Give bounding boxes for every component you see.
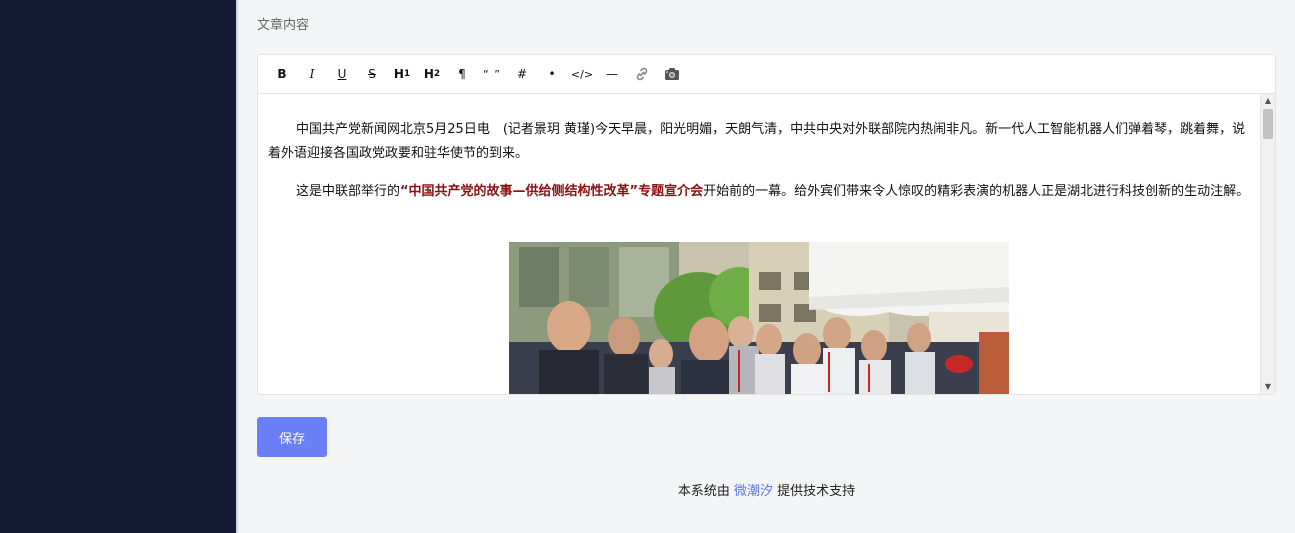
heading1-label: H	[393, 67, 404, 81]
heading2-button[interactable]: H2	[417, 61, 447, 87]
scroll-up-icon[interactable]: ▲	[1261, 94, 1275, 108]
sidebar	[0, 0, 236, 533]
footer: 本系统由 微潮汐 提供技术支持	[257, 480, 1276, 499]
italic-button[interactable]: I	[297, 61, 327, 87]
footer-text: 提供技术支持	[777, 484, 856, 499]
highlighted-title: “中国共产党的故事—供给侧结构性改革”专题宣介会	[400, 184, 704, 199]
paragraph-text: 开始前的一幕。给外宾们带来令人惊叹的精彩表演的机器人正是湖北进行科技创新的生动注…	[703, 184, 1250, 199]
rich-text-editor: B I U S H1 H2 ¶ “ ” # • </> — 中国共产党新闻网北京…	[257, 54, 1276, 395]
scroll-down-icon[interactable]: ▼	[1261, 380, 1275, 394]
section-label: 文章内容	[257, 18, 310, 33]
heading1-sub: 1	[403, 69, 411, 79]
image-button[interactable]	[657, 61, 687, 87]
strikethrough-button[interactable]: S	[357, 61, 387, 87]
footer-text: 本系统由	[677, 484, 730, 499]
editor-toolbar: B I U S H1 H2 ¶ “ ” # • </> —	[258, 55, 1275, 94]
hash-button[interactable]: #	[507, 61, 537, 87]
link-button[interactable]	[627, 61, 657, 87]
editor-scrollbar[interactable]: ▲ ▼	[1260, 94, 1275, 394]
save-button[interactable]: 保存	[257, 417, 327, 457]
paragraph-text: 这是中联部举行的	[296, 184, 401, 199]
bold-button[interactable]: B	[267, 61, 297, 87]
sidebar-divider	[236, 0, 239, 533]
main-content: 文章内容 B I U S H1 H2 ¶ “ ” # • </> — 中国共产党…	[257, 0, 1276, 533]
article-image	[509, 242, 1009, 394]
article-photo-graphic	[509, 242, 1009, 394]
quote-button[interactable]: “ ”	[477, 61, 507, 87]
underline-button[interactable]: U	[327, 61, 357, 87]
heading2-sub: 2	[433, 69, 441, 79]
article-paragraph: 中国共产党新闻网北京5月25日电 (记者景玥 黄瑾)今天早晨，阳光明媚，天朗气清…	[268, 122, 1246, 161]
code-button[interactable]: </>	[567, 61, 597, 87]
horizontal-rule-button[interactable]: —	[597, 61, 627, 87]
scroll-thumb[interactable]	[1263, 109, 1273, 139]
heading1-button[interactable]: H1	[387, 61, 417, 87]
article-paragraph: 这是中联部举行的“中国共产党的故事—供给侧结构性改革”专题宣介会开始前的一幕。给…	[268, 180, 1259, 204]
paragraph-button[interactable]: ¶	[447, 61, 477, 87]
footer-link[interactable]: 微潮汐	[734, 484, 773, 499]
heading2-label: H	[423, 67, 434, 81]
bullet-list-button[interactable]: •	[537, 61, 567, 87]
link-icon	[636, 67, 648, 81]
camera-icon	[665, 68, 679, 80]
editor-content[interactable]: 中国共产党新闻网北京5月25日电 (记者景玥 黄瑾)今天早晨，阳光明媚，天朗气清…	[258, 94, 1261, 394]
